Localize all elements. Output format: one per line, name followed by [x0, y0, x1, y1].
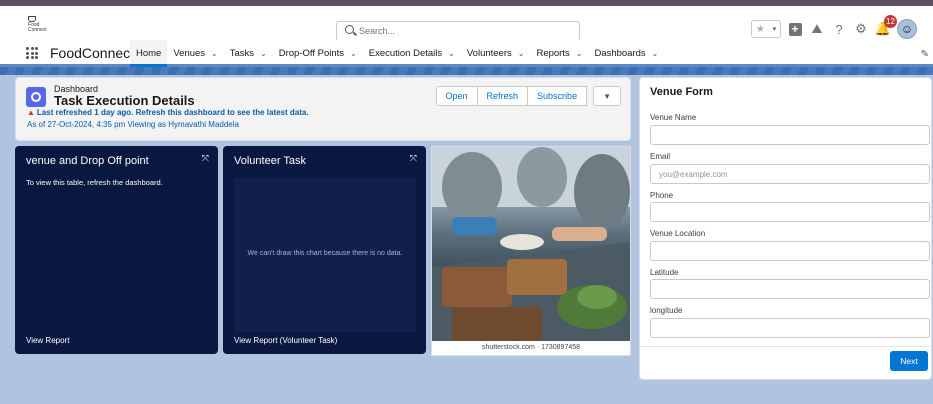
- gear-icon: ⚙: [855, 21, 867, 36]
- component-message: To view this table, refresh the dashboar…: [26, 178, 163, 187]
- header-utility-icons: ★ ▾ + ⛰ ? ⚙ 🔔 12 ☺: [751, 15, 917, 40]
- venue-location-label: Venue Location: [650, 229, 706, 238]
- nav-item-label: Home: [136, 47, 162, 59]
- app-name: FoodConnect: [50, 45, 135, 61]
- chevron-down-icon[interactable]: ⌄: [211, 49, 218, 58]
- refresh-button[interactable]: Refresh: [476, 86, 529, 106]
- expand-icon[interactable]: ⤧: [202, 153, 209, 164]
- edit-nav-icon[interactable]: ✎: [921, 49, 929, 60]
- nav-items: Home Venues ⌄ Tasks ⌄ Drop-Off Points ⌄ Exe…: [130, 40, 664, 67]
- refresh-warning: ▲ Last refreshed 1 day ago. Refresh this …: [27, 108, 309, 117]
- expand-icon[interactable]: ⤧: [410, 153, 417, 164]
- nav-item-dashboards[interactable]: Dashboards ⌄: [588, 40, 664, 67]
- venue-location-field[interactable]: [650, 241, 930, 261]
- nav-item-label: Volunteers: [466, 48, 512, 59]
- nav-item-home[interactable]: Home: [130, 40, 168, 67]
- venue-name-field[interactable]: [650, 125, 930, 145]
- trailhead-icon: ⛰: [811, 21, 823, 36]
- subscribe-button[interactable]: Subscribe: [527, 86, 588, 106]
- refresh-warning-text: Last refreshed 1 day ago. Refresh this d…: [36, 108, 309, 117]
- image-caption: shutterstock.com · 1730897458: [481, 344, 581, 351]
- food-photo-illustration: [432, 147, 630, 341]
- venue-name-label: Venue Name: [650, 113, 697, 122]
- nav-item-tasks[interactable]: Tasks ⌄: [224, 40, 273, 67]
- search-icon: [345, 25, 354, 34]
- longitude-field[interactable]: [650, 318, 930, 338]
- dashboard-title: Task Execution Details: [54, 93, 195, 108]
- view-report-link[interactable]: View Report (Volunteer Task): [234, 336, 337, 345]
- app-navigation: FoodConnect Home Venues ⌄ Tasks ⌄ Drop-Off…: [0, 40, 933, 67]
- nav-item-execution-details[interactable]: Execution Details ⌄: [363, 40, 461, 67]
- food-serving-photo: [432, 147, 630, 341]
- phone-field[interactable]: [650, 202, 930, 222]
- chevron-down-icon: ▼: [603, 91, 611, 101]
- dashboard-header: Dashboard Task Execution Details ▲ Last r…: [15, 77, 631, 141]
- form-divider: [640, 346, 931, 347]
- latitude-field[interactable]: [650, 279, 930, 299]
- venue-form: Venue Form Venue Name Email Phone Venue …: [639, 77, 932, 380]
- view-report-link[interactable]: View Report: [26, 336, 69, 345]
- avatar-icon: ☺: [900, 22, 914, 36]
- help-button[interactable]: ?: [831, 21, 847, 37]
- nav-item-label: Drop-Off Points: [278, 48, 345, 59]
- search-input[interactable]: [359, 24, 569, 38]
- nav-item-label: Reports: [536, 48, 570, 59]
- app-launcher-icon[interactable]: [26, 47, 38, 59]
- logo-text: Food Connect: [28, 22, 47, 33]
- volunteer-task-component: Volunteer Task ⤧ We can't draw this char…: [223, 146, 426, 354]
- global-actions-button[interactable]: +: [787, 21, 803, 37]
- venue-component: venue and Drop Off point ⤧ To view this …: [15, 146, 218, 354]
- chevron-down-icon[interactable]: ⌄: [350, 49, 357, 58]
- email-field[interactable]: [650, 164, 930, 184]
- as-of-text: As of 27-Oct-2024, 4:35 pm Viewing as Hy…: [27, 120, 239, 129]
- nav-item-label: Tasks: [229, 48, 255, 59]
- notification-badge: 12: [884, 15, 897, 28]
- chevron-down-icon[interactable]: ⌄: [652, 49, 659, 58]
- global-header: Food Connect ★ ▾ + ⛰ ? ⚙ 🔔 12 ☺: [0, 0, 933, 41]
- favorites-button[interactable]: ★ ▾: [751, 20, 781, 38]
- notifications-button[interactable]: 🔔 12: [875, 15, 897, 37]
- dashboard-actions: Open Refresh Subscribe ▼: [435, 86, 621, 106]
- email-label: Email: [650, 152, 671, 161]
- user-avatar[interactable]: ☺: [897, 19, 917, 39]
- decorative-band: [0, 67, 933, 75]
- setup-button[interactable]: ⚙: [853, 21, 869, 37]
- nav-item-venues[interactable]: Venues ⌄: [167, 40, 223, 67]
- chevron-down-icon[interactable]: ⌄: [260, 49, 267, 58]
- more-actions-button[interactable]: ▼: [593, 86, 621, 106]
- chevron-down-icon[interactable]: ⌄: [518, 49, 525, 58]
- dashboard-icon: [26, 87, 46, 107]
- star-icon: ★: [755, 23, 765, 35]
- chevron-down-icon[interactable]: ⌄: [448, 49, 455, 58]
- longitude-label: longitude: [650, 306, 683, 315]
- chevron-down-icon[interactable]: ⌄: [576, 49, 583, 58]
- global-search[interactable]: [336, 21, 580, 41]
- nav-item-reports[interactable]: Reports ⌄: [530, 40, 588, 67]
- next-button[interactable]: Next: [890, 351, 928, 371]
- form-title: Venue Form: [650, 86, 713, 98]
- nav-item-label: Venues: [173, 48, 206, 59]
- image-component: shutterstock.com · 1730897458: [431, 146, 631, 356]
- phone-label: Phone: [650, 191, 674, 200]
- open-button[interactable]: Open: [435, 86, 478, 106]
- app-logo[interactable]: Food Connect: [28, 16, 50, 33]
- no-data-message: We can't draw this chart because there i…: [247, 250, 403, 257]
- nav-item-volunteers[interactable]: Volunteers ⌄: [461, 40, 531, 67]
- nav-item-drop-off-points[interactable]: Drop-Off Points ⌄: [273, 40, 363, 67]
- warning-icon: ▲: [27, 108, 35, 117]
- guidance-center-button[interactable]: ⛰: [809, 21, 825, 37]
- component-title: Volunteer Task: [234, 155, 306, 167]
- nav-item-label: Execution Details: [368, 48, 443, 59]
- component-title: venue and Drop Off point: [26, 155, 149, 167]
- chevron-down-icon: ▾: [772, 26, 777, 33]
- nav-item-label: Dashboards: [594, 48, 646, 59]
- help-icon: ?: [835, 21, 843, 37]
- plus-icon: +: [788, 22, 802, 36]
- latitude-label: Latitude: [650, 268, 679, 277]
- chart-area: We can't draw this chart because there i…: [234, 178, 416, 332]
